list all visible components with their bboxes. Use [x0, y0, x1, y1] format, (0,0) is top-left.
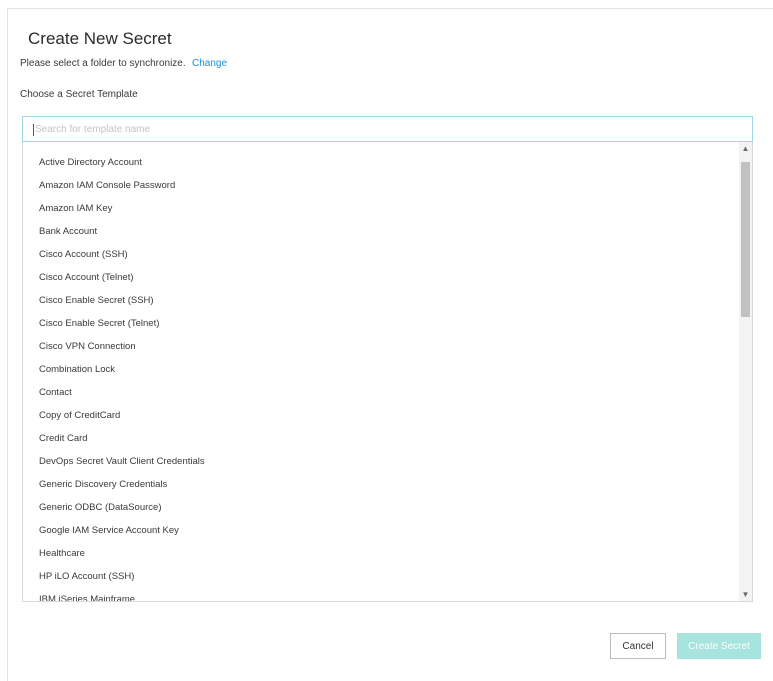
- cancel-button[interactable]: Cancel: [610, 633, 666, 659]
- template-list-item[interactable]: Generic Discovery Credentials: [23, 473, 739, 496]
- template-list-item[interactable]: Amazon IAM Console Password: [23, 174, 739, 197]
- template-list-item[interactable]: Cisco Account (SSH): [23, 243, 739, 266]
- template-list-item[interactable]: Cisco VPN Connection: [23, 335, 739, 358]
- template-list-item[interactable]: DevOps Secret Vault Client Credentials: [23, 450, 739, 473]
- template-list-item[interactable]: Amazon IAM Key: [23, 197, 739, 220]
- template-list-item[interactable]: Healthcare: [23, 542, 739, 565]
- template-list-item[interactable]: Credit Card: [23, 427, 739, 450]
- template-list: Active Directory Account Amazon IAM Conso…: [22, 142, 753, 602]
- template-list-item[interactable]: Google IAM Service Account Key: [23, 519, 739, 542]
- dialog-title: Create New Secret: [28, 29, 172, 48]
- template-list-item[interactable]: Contact: [23, 381, 739, 404]
- template-label: Choose a Secret Template: [20, 89, 138, 100]
- template-list-item[interactable]: Cisco Enable Secret (Telnet): [23, 312, 739, 335]
- template-list-item[interactable]: Bank Account: [23, 220, 739, 243]
- template-list-items: Active Directory Account Amazon IAM Conso…: [23, 151, 739, 601]
- template-search-input[interactable]: [22, 116, 753, 142]
- template-list-item[interactable]: Active Directory Account: [23, 151, 739, 174]
- change-folder-link[interactable]: Change: [192, 58, 227, 69]
- template-list-item[interactable]: HP iLO Account (SSH): [23, 565, 739, 588]
- list-scrollbar[interactable]: ▲ ▼: [739, 142, 752, 601]
- template-list-item[interactable]: Combination Lock: [23, 358, 739, 381]
- template-list-item[interactable]: IBM iSeries Mainframe: [23, 588, 739, 601]
- template-list-item[interactable]: Generic ODBC (DataSource): [23, 496, 739, 519]
- chevron-up-icon[interactable]: ▲: [739, 143, 752, 154]
- template-list-item[interactable]: Cisco Enable Secret (SSH): [23, 289, 739, 312]
- text-cursor: [33, 124, 34, 136]
- template-list-item[interactable]: Copy of CreditCard: [23, 404, 739, 427]
- scrollbar-thumb[interactable]: [741, 162, 750, 317]
- folder-prompt: Please select a folder to synchronize.: [20, 58, 186, 69]
- create-secret-button[interactable]: Create Secret: [677, 633, 761, 659]
- template-list-item[interactable]: Cisco Account (Telnet): [23, 266, 739, 289]
- chevron-down-icon[interactable]: ▼: [739, 589, 752, 600]
